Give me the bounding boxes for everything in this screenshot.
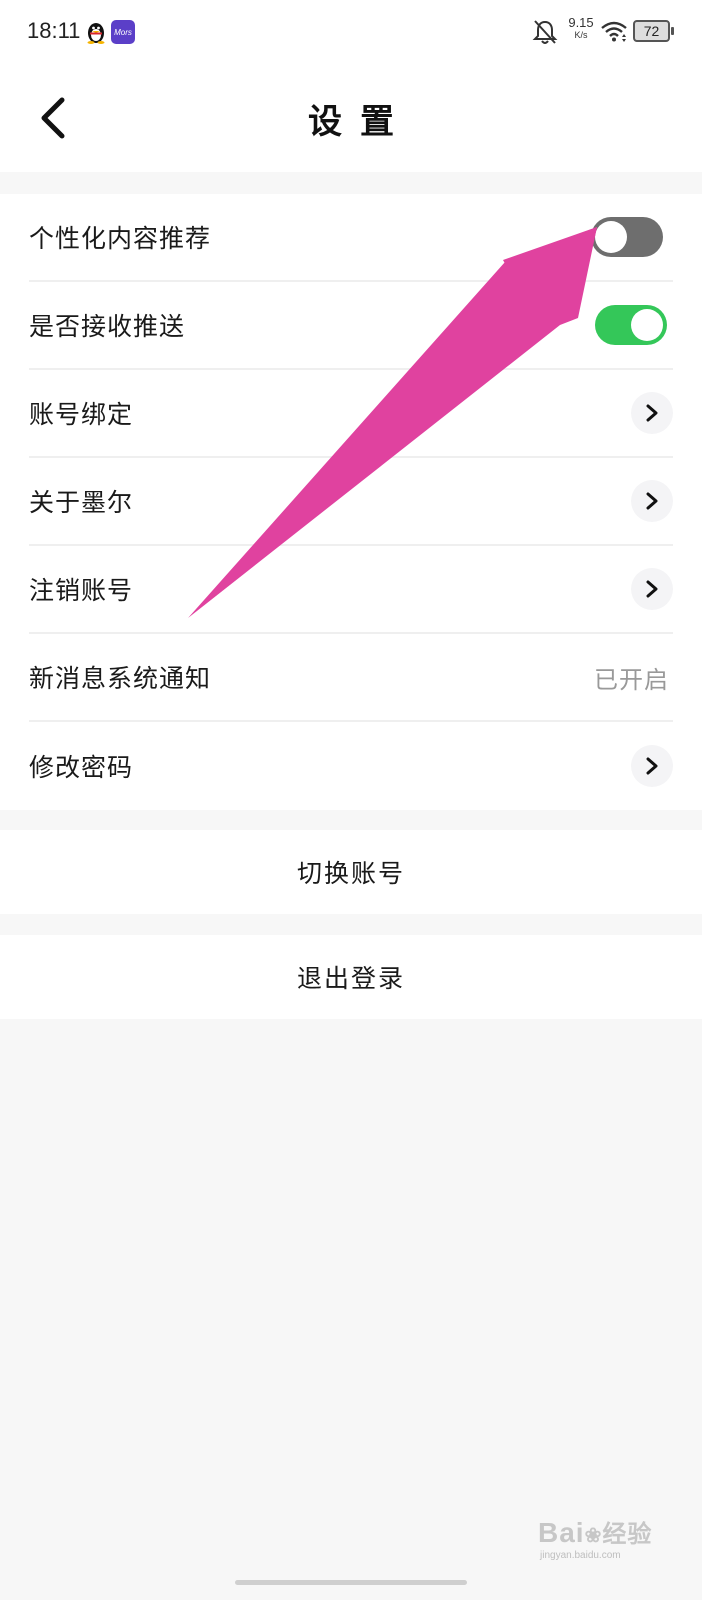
watermark-brand-cn: 经验	[602, 1521, 653, 1548]
navigation-bar: 设置	[0, 64, 702, 172]
switch-account-button[interactable]: 切换账号	[0, 830, 702, 914]
bell-off-icon	[532, 20, 558, 44]
chevron-right-icon	[631, 745, 673, 787]
setting-label: 是否接收推送	[29, 312, 186, 341]
setting-receive-push[interactable]: 是否接收推送	[29, 282, 673, 370]
setting-label: 修改密码	[29, 753, 134, 782]
notification-status-value: 已开启	[594, 665, 669, 694]
network-speed: 9.15 K/s	[565, 16, 597, 40]
setting-label: 关于墨尔	[29, 488, 134, 517]
setting-system-notification[interactable]: 新消息系统通知 已开启	[29, 634, 673, 722]
setting-about[interactable]: 关于墨尔	[29, 458, 673, 546]
watermark-url: jingyan.baidu.com	[540, 1550, 621, 1561]
setting-label: 注销账号	[29, 576, 134, 605]
baidu-jingyan-watermark: Bai❀经验 jingyan.baidu.com	[538, 1517, 653, 1561]
chevron-right-icon	[631, 392, 673, 434]
home-indicator[interactable]	[235, 1580, 467, 1585]
settings-list: 个性化内容推荐 是否接收推送 账号绑定 关于墨尔 注销账号 新消息系统通知 已开…	[0, 194, 702, 810]
personalized-recommendation-toggle[interactable]	[591, 217, 663, 257]
network-speed-unit: K/s	[574, 30, 588, 40]
status-time: 18:11	[27, 18, 81, 43]
network-speed-value: 9.15	[568, 15, 594, 30]
setting-label: 账号绑定	[29, 400, 134, 429]
setting-label: 个性化内容推荐	[29, 224, 212, 253]
mors-app-icon: Mors	[111, 20, 135, 44]
battery-level: 72	[643, 23, 660, 39]
wifi-icon	[601, 21, 627, 42]
chevron-right-icon	[631, 568, 673, 610]
page-title: 设置	[308, 102, 412, 142]
battery-indicator: 72	[633, 20, 675, 44]
setting-personalized-recommendation[interactable]: 个性化内容推荐	[29, 194, 673, 282]
setting-cancel-account[interactable]: 注销账号	[29, 546, 673, 634]
setting-label: 新消息系统通知	[29, 664, 212, 693]
chevron-right-icon	[631, 480, 673, 522]
mors-app-badge-text: Mors	[114, 27, 132, 37]
logout-button[interactable]: 退出登录	[0, 935, 702, 1019]
setting-account-binding[interactable]: 账号绑定	[29, 370, 673, 458]
status-bar: 18:11 Mors 9.15 K/s 72	[0, 0, 702, 64]
setting-change-password[interactable]: 修改密码	[29, 722, 673, 810]
receive-push-toggle[interactable]	[595, 305, 667, 345]
qq-penguin-icon	[87, 23, 105, 44]
watermark-brand: Bai	[538, 1517, 585, 1548]
